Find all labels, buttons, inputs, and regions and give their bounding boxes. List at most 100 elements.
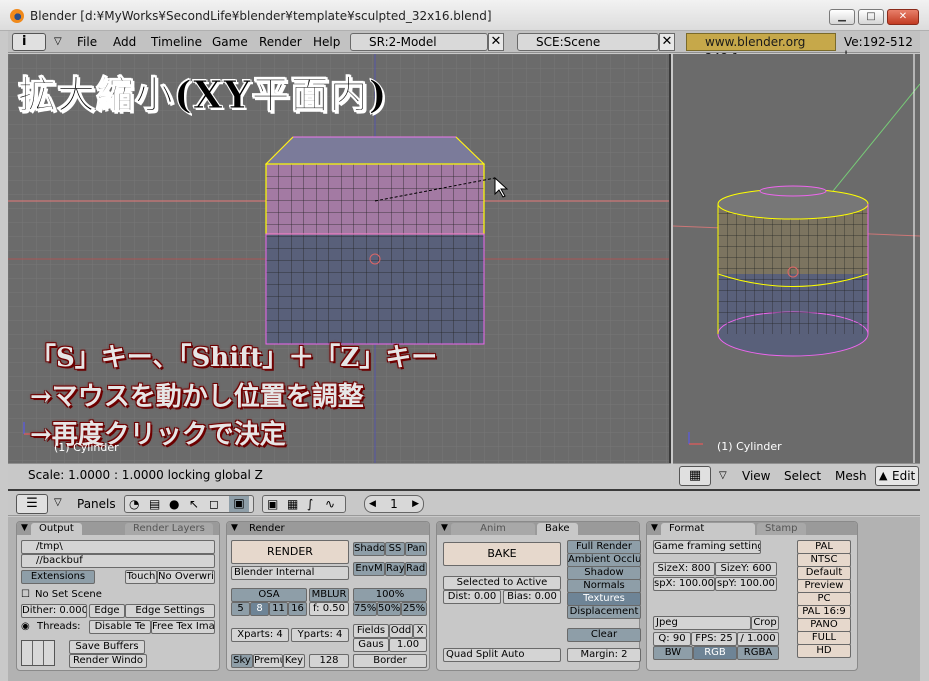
sky-button[interactable]: Sky [231, 654, 253, 668]
scene-icon[interactable]: ▣ [229, 496, 249, 512]
arrow-left-icon[interactable]: ◀ [369, 496, 376, 512]
3d-viewport-front[interactable]: 拡大縮小(XY平面内) 「S」キー、「Shift」＋「Z」キー →マウスを動かし… [8, 54, 671, 488]
sizey-field[interactable]: SizeY: 600 [715, 562, 777, 576]
render-icon[interactable]: ▣ [267, 497, 278, 511]
preset-pano[interactable]: PANO [797, 618, 851, 632]
disable-tex-button[interactable]: Disable Te [89, 620, 151, 634]
preset-pc[interactable]: PC [797, 592, 851, 606]
quality-field[interactable]: Q: 90 [653, 632, 691, 646]
menu-view[interactable]: View [742, 469, 770, 483]
ss-button[interactable]: SS [385, 542, 405, 556]
ray-button[interactable]: Ray [385, 562, 405, 576]
context-icons[interactable]: ◔ ▤ ● ↖ ◻ ▣ [124, 495, 254, 513]
mblur-button[interactable]: MBLUR [309, 588, 349, 602]
frame-field[interactable]: ◀ 1 ▶ [364, 495, 424, 513]
shadow-bake-button[interactable]: Shadow [567, 566, 641, 580]
tab-render[interactable]: Render [241, 523, 293, 535]
shadow-button[interactable]: Shado [353, 542, 385, 556]
tab-stamp[interactable]: Stamp [757, 523, 806, 535]
tab-format[interactable]: Format [661, 523, 755, 535]
bake-button[interactable]: BAKE [443, 542, 561, 566]
dither-field[interactable]: Dither: 0.000 [21, 604, 87, 618]
edge-settings-button[interactable]: Edge Settings [125, 604, 215, 618]
scene-selector[interactable]: SCE:Scene [517, 33, 659, 51]
x-button[interactable]: X [413, 624, 427, 638]
extensions-button[interactable]: Extensions [21, 570, 95, 584]
tab-output[interactable]: Output [31, 523, 82, 535]
edge-button[interactable]: Edge [89, 604, 125, 618]
preset-full[interactable]: FULL [797, 631, 851, 645]
ambient-occlusion-button[interactable]: Ambient Occlus [567, 553, 641, 567]
xparts-field[interactable]: Xparts: 4 [231, 628, 289, 642]
preset-pal169[interactable]: PAL 16:9 [797, 605, 851, 619]
tab-bake[interactable]: Bake [537, 523, 578, 535]
editor-type-buttons-icon[interactable]: ☰ [16, 494, 48, 514]
envmap-button[interactable]: EnvM [353, 562, 385, 576]
menu-render[interactable]: Render [259, 35, 302, 49]
preset-default[interactable]: Default [797, 566, 851, 580]
close-button[interactable]: ✕ [887, 9, 919, 25]
game-framing-button[interactable]: Game framing settings [653, 540, 761, 554]
sequence-icon[interactable]: ∿ [325, 497, 335, 511]
preset-pal[interactable]: PAL [797, 540, 851, 554]
aspy-field[interactable]: spY: 100.00 [715, 577, 777, 591]
textures-button[interactable]: Textures [567, 592, 641, 606]
collapse-triangle-icon[interactable]: ▼ [231, 523, 238, 533]
filter-dropdown[interactable]: Gaus [353, 638, 389, 652]
blender-url[interactable]: www.blender.org 248.1 [686, 33, 836, 65]
border-button[interactable]: Border [353, 654, 427, 668]
size-50-button[interactable]: 50% [377, 602, 401, 616]
menu-select[interactable]: Select [784, 469, 821, 483]
object-icon[interactable]: ↖ [189, 497, 199, 511]
osa-8-button[interactable]: 8 [250, 602, 269, 616]
full-render-button[interactable]: Full Render [567, 540, 641, 554]
maximize-button[interactable]: □ [858, 9, 884, 25]
aspx-field[interactable]: spX: 100.00 [653, 577, 715, 591]
collapse-triangle-icon[interactable]: ▽ [54, 36, 62, 47]
odd-button[interactable]: Odd [389, 624, 413, 638]
logic-icon[interactable]: ◔ [129, 497, 139, 511]
radio-button[interactable]: Radi [405, 562, 427, 576]
collapse-triangle-icon[interactable]: ▽ [54, 497, 62, 508]
displacement-button[interactable]: Displacement [567, 605, 641, 619]
collapse-triangle-icon[interactable]: ▽ [719, 470, 727, 481]
yparts-field[interactable]: Yparts: 4 [291, 628, 349, 642]
margin-field[interactable]: Margin: 2 [567, 648, 641, 662]
touch-button[interactable]: Touch [125, 570, 157, 584]
rgba-button[interactable]: RGBA [737, 646, 779, 660]
preset-preview[interactable]: Preview [797, 579, 851, 593]
bw-button[interactable]: BW [653, 646, 693, 660]
save-buffers-button[interactable]: Save Buffers [69, 640, 145, 654]
collapse-triangle-icon[interactable]: ▼ [21, 523, 28, 533]
screen-selector[interactable]: SR:2-Model [350, 33, 488, 51]
size-100-button[interactable]: 100% [353, 588, 427, 602]
fps-field[interactable]: FPS: 25 [691, 632, 737, 646]
collapse-triangle-icon[interactable]: ▼ [441, 523, 448, 533]
crop-button[interactable]: Crop [751, 616, 779, 630]
free-tex-button[interactable]: Free Tex Ima [151, 620, 215, 634]
render-window-dropdown[interactable]: Render Windo [69, 654, 147, 668]
tab-render-layers[interactable]: Render Layers [125, 523, 213, 535]
scene-subcontext-icons[interactable]: ▣ ▦ ∫ ∿ [262, 495, 346, 513]
arrow-right-icon[interactable]: ▶ [412, 496, 419, 512]
mblur-factor-field[interactable]: f: 0.50 [309, 602, 349, 616]
collapse-triangle-icon[interactable]: ▼ [651, 523, 658, 533]
pano-button[interactable]: Pan [405, 542, 427, 556]
menu-mesh[interactable]: Mesh [835, 469, 867, 483]
no-overwrite-button[interactable]: No Overwri [157, 570, 215, 584]
fps-base-field[interactable]: / 1.000 [737, 632, 779, 646]
anim-icon[interactable]: ▦ [287, 497, 298, 511]
rgb-button[interactable]: RGB [693, 646, 737, 660]
menu-game[interactable]: Game [212, 35, 248, 49]
clear-button[interactable]: Clear [567, 628, 641, 642]
mode-selector[interactable]: ▲ Edit [875, 466, 919, 486]
screen-delete-icon[interactable]: ✕ [488, 33, 504, 51]
preset-ntsc[interactable]: NTSC [797, 553, 851, 567]
dispview-grid-icon[interactable] [21, 640, 55, 666]
script-icon[interactable]: ▤ [149, 497, 160, 511]
size-75-button[interactable]: 75% [353, 602, 377, 616]
dist-field[interactable]: Dist: 0.00 [443, 590, 501, 604]
shading-icon[interactable]: ● [169, 497, 179, 511]
scene-set-icon[interactable]: ☐ [21, 589, 30, 600]
size-25-button[interactable]: 25% [401, 602, 427, 616]
